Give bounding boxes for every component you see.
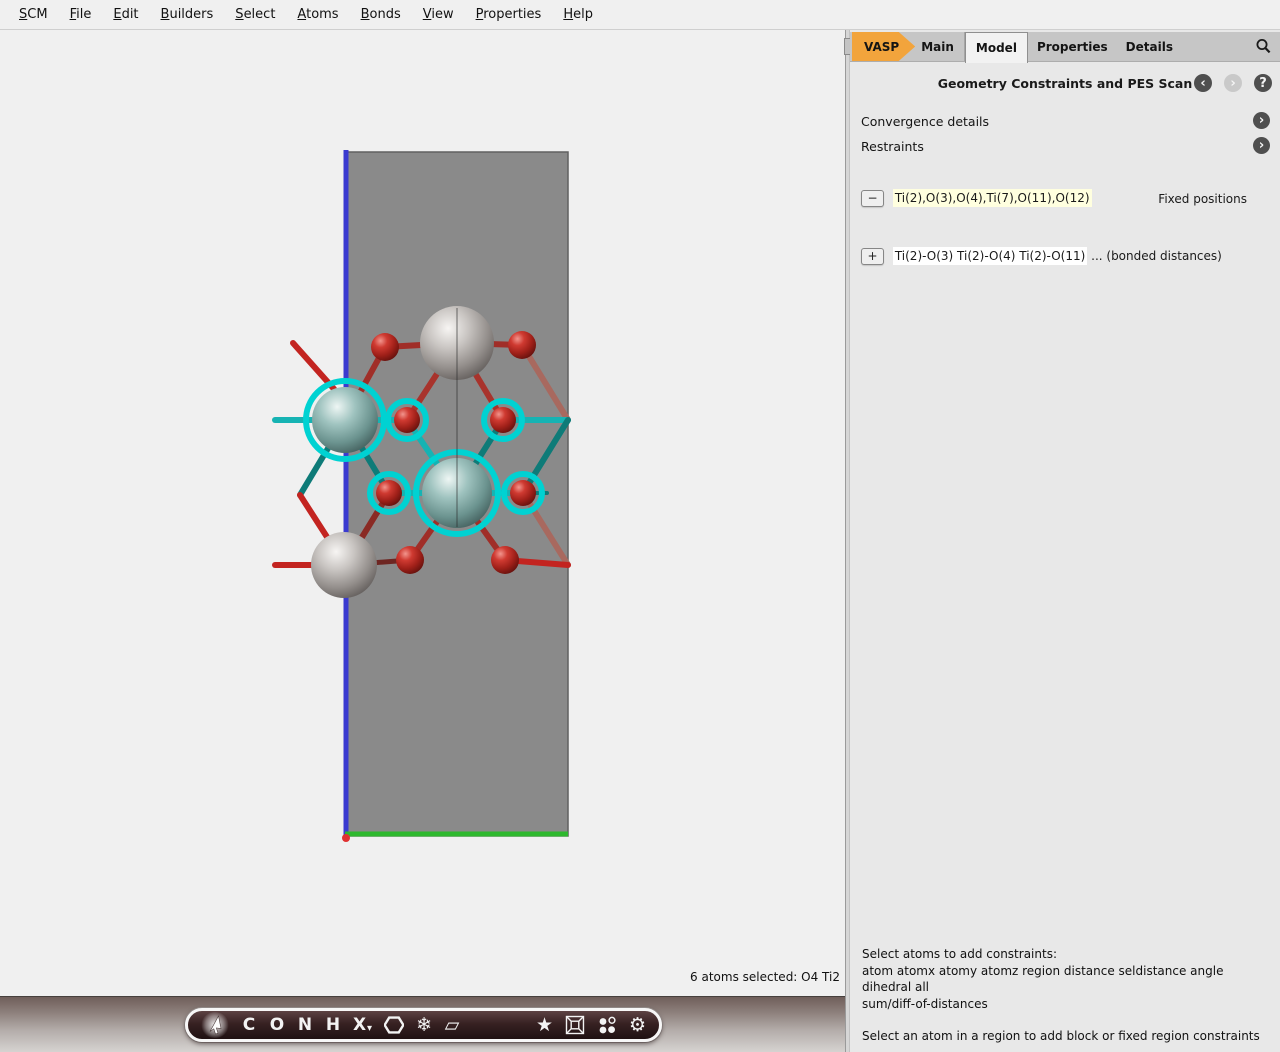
restraints-open-button[interactable]: › xyxy=(1253,137,1270,154)
menu-scm[interactable]: SCM xyxy=(8,3,59,26)
atom-O[interactable] xyxy=(376,480,402,506)
tab-vasp[interactable]: VASP xyxy=(852,32,915,61)
slab-tool-button[interactable]: ▱ xyxy=(444,1012,460,1038)
fixed-atoms-list[interactable]: Ti(2),O(3),O(4),Ti(7),O(11),O(12) xyxy=(893,189,1092,207)
structure-tool-button[interactable]: ★ xyxy=(536,1012,553,1038)
cursor-arrow-icon xyxy=(206,1015,224,1035)
atom-Ti[interactable] xyxy=(312,387,378,453)
builder-toolbar: C O N H X ▾ ❄ ▱ ★ xyxy=(185,1008,662,1042)
panel-search-button[interactable] xyxy=(1247,32,1280,61)
menu-properties[interactable]: Properties xyxy=(465,3,553,26)
element-n-button[interactable]: N xyxy=(297,1012,313,1038)
convergence-details-open-button[interactable]: › xyxy=(1253,112,1270,129)
atom-O[interactable] xyxy=(371,333,399,361)
cell-axis-x xyxy=(342,834,350,842)
settings-tool-button[interactable]: ⚙ xyxy=(629,1012,646,1038)
help-line: Select an atom in a region to add block … xyxy=(862,1028,1270,1045)
panel-title-row: Geometry Constraints and PES Scan ‹ › ? xyxy=(850,72,1280,94)
tab-properties[interactable]: Properties xyxy=(1028,32,1117,61)
element-x-label: X xyxy=(353,1017,366,1034)
constraints-help-text: Select atoms to add constraints: atom at… xyxy=(862,946,1270,1045)
element-o-button[interactable]: O xyxy=(269,1012,285,1038)
atom-O[interactable] xyxy=(510,480,536,506)
convergence-details-label: Convergence details xyxy=(861,114,989,129)
tab-details[interactable]: Details xyxy=(1117,32,1182,61)
menu-bonds[interactable]: Bonds xyxy=(350,3,412,26)
tab-model[interactable]: Model xyxy=(965,32,1028,63)
fixed-positions-label: Fixed positions xyxy=(1158,192,1247,206)
tab-main[interactable]: Main xyxy=(909,32,965,61)
fragments-tool-button[interactable] xyxy=(597,1012,617,1038)
molecule-scene[interactable] xyxy=(0,30,845,996)
element-dropdown-caret-icon: ▾ xyxy=(367,1024,372,1034)
add-constraint-button[interactable]: + xyxy=(861,248,884,265)
fixed-positions-constraint-row: − Ti(2),O(3),O(4),Ti(7),O(11),O(12) Fixe… xyxy=(861,190,1269,210)
ring-tool-button[interactable] xyxy=(384,1012,404,1038)
atom-O[interactable] xyxy=(508,331,536,359)
molecule-viewer[interactable]: 6 atoms selected: O4 Ti2 xyxy=(0,30,845,996)
bottom-dock: C O N H X ▾ ❄ ▱ ★ xyxy=(0,996,845,1052)
panel-tab-bar: VASP Main Model Properties Details xyxy=(850,32,1280,62)
menu-file[interactable]: File xyxy=(59,3,103,26)
menu-help[interactable]: Help xyxy=(552,3,604,26)
element-x-button[interactable]: X ▾ xyxy=(353,1012,372,1038)
atom-O[interactable] xyxy=(394,407,420,433)
help-line: atom atomx atomy atomz region distance s… xyxy=(862,963,1270,996)
menu-select[interactable]: Select xyxy=(224,3,286,26)
search-icon xyxy=(1255,38,1272,55)
help-button[interactable]: ? xyxy=(1254,74,1272,92)
selection-status: 6 atoms selected: O4 Ti2 xyxy=(0,970,845,992)
element-c-button[interactable]: C xyxy=(241,1012,257,1038)
bonded-distances-row: + Ti(2)-O(3) Ti(2)-O(4) Ti(2)-O(11) ... … xyxy=(861,248,1269,268)
menu-atoms[interactable]: Atoms xyxy=(286,3,349,26)
menu-view[interactable]: View xyxy=(412,3,465,26)
atom-O[interactable] xyxy=(490,407,516,433)
bonded-distances-list[interactable]: Ti(2)-O(3) Ti(2)-O(4) Ti(2)-O(11) xyxy=(893,247,1087,265)
nav-back-button[interactable]: ‹ xyxy=(1194,74,1212,92)
help-line: Select atoms to add constraints: xyxy=(862,946,1270,963)
hexagon-icon xyxy=(384,1015,404,1035)
help-line: sum/diff-of-distances xyxy=(862,996,1270,1013)
atoms-dots-icon xyxy=(597,1015,617,1035)
perspective-box-icon xyxy=(565,1015,585,1035)
element-h-button[interactable]: H xyxy=(325,1012,341,1038)
remove-constraint-button[interactable]: − xyxy=(861,190,884,207)
atom-Ti[interactable] xyxy=(311,532,377,598)
atom-O[interactable] xyxy=(396,546,424,574)
cell-box-tool-button[interactable] xyxy=(565,1012,585,1038)
menu-edit[interactable]: Edit xyxy=(102,3,149,26)
bonded-distances-suffix: ... (bonded distances) xyxy=(1091,249,1222,263)
crystal-tool-button[interactable]: ❄ xyxy=(416,1012,432,1038)
restraints-label: Restraints xyxy=(861,139,924,154)
menu-bar: SCM File Edit Builders Select Atoms Bond… xyxy=(0,0,1280,30)
menu-builders[interactable]: Builders xyxy=(150,3,225,26)
input-panel: VASP Main Model Properties Details Geome… xyxy=(850,30,1280,1052)
pointer-tool-icon[interactable] xyxy=(201,1012,229,1038)
nav-forward-button[interactable]: › xyxy=(1224,74,1242,92)
atom-O[interactable] xyxy=(491,546,519,574)
